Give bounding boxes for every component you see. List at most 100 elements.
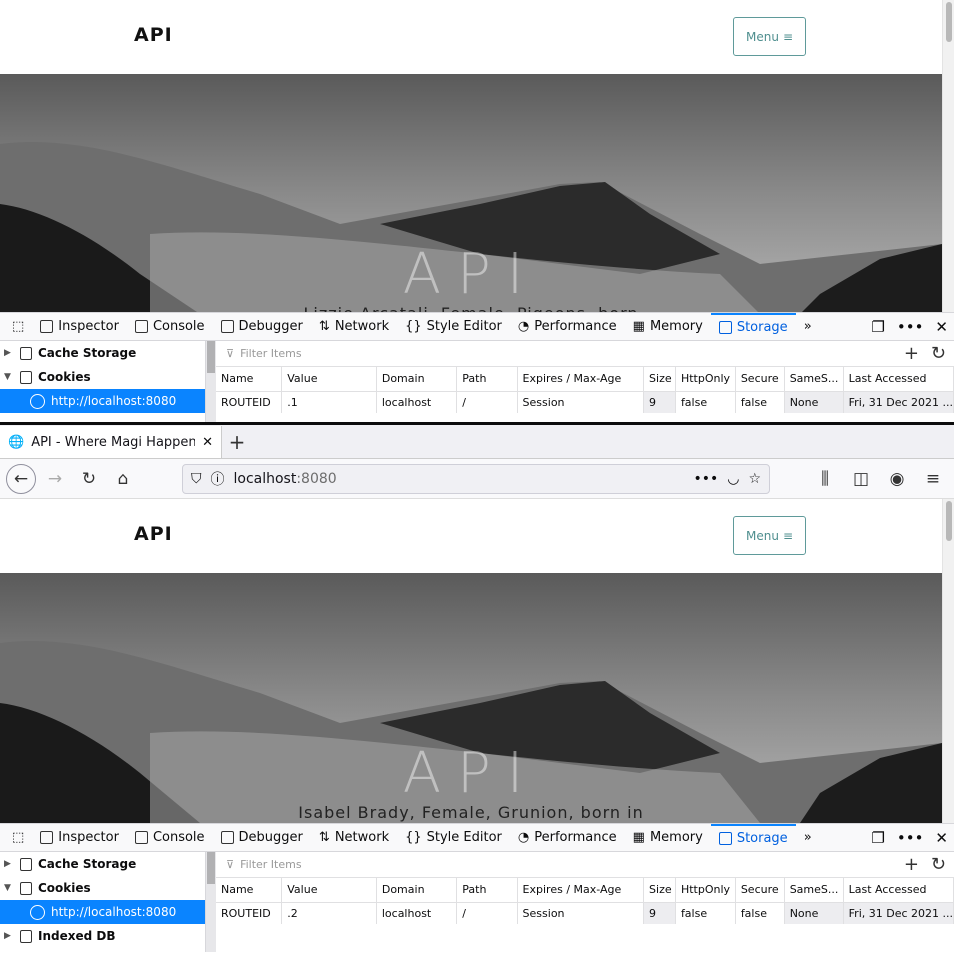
column-header[interactable]: Path <box>456 367 518 392</box>
library-button[interactable]: ⫼ <box>810 464 840 494</box>
cell-httponly[interactable]: false <box>675 391 736 413</box>
back-button[interactable]: ← <box>6 463 36 494</box>
column-header[interactable]: HttpOnly <box>675 367 736 392</box>
tab-storage[interactable]: Storage <box>710 312 796 341</box>
column-header[interactable]: Secure <box>735 878 785 903</box>
triangle-down-icon[interactable]: ▼ <box>4 883 14 893</box>
close-icon[interactable]: ✕ <box>935 829 948 847</box>
dock-icon[interactable]: ❐ <box>871 829 884 847</box>
filter-input[interactable]: Filter Items <box>240 858 302 871</box>
cell-size[interactable]: 9 <box>643 391 676 413</box>
tab-network[interactable]: ⇅ Network <box>311 824 397 852</box>
add-item-icon[interactable]: + <box>904 343 919 364</box>
refresh-icon[interactable]: ↻ <box>931 854 946 875</box>
sidebar-scrollbar[interactable] <box>206 341 216 422</box>
cell-expires[interactable]: Session <box>517 391 645 413</box>
column-header[interactable]: Domain <box>376 367 458 392</box>
column-header[interactable]: Size <box>643 367 676 392</box>
cell-secure[interactable]: false <box>735 391 785 413</box>
tab-performance[interactable]: ◔ Performance <box>510 313 625 341</box>
sidebar-scroll-thumb[interactable] <box>207 341 215 373</box>
tab-debugger[interactable]: Debugger <box>213 824 311 852</box>
column-header[interactable]: Expires / Max-Age <box>517 367 645 392</box>
page-scrollbar[interactable] <box>942 0 954 312</box>
more-options-icon[interactable]: ••• <box>897 318 924 336</box>
tab-inspector[interactable]: Inspector <box>32 824 127 852</box>
sidebar-item-cookies[interactable]: ▼ Cookies <box>0 365 205 389</box>
bookmark-star-icon[interactable]: ☆ <box>748 471 761 487</box>
sidebar-item-cookies[interactable]: ▼ Cookies <box>0 876 205 900</box>
column-header[interactable]: Value <box>281 367 377 392</box>
cell-samesite[interactable]: None <box>784 902 844 924</box>
more-tools-button[interactable]: » <box>796 313 820 341</box>
pocket-icon[interactable]: ◡ <box>727 471 739 487</box>
browser-tab[interactable]: 🌐 API - Where Magi Happen ✕ <box>0 426 222 458</box>
info-icon[interactable]: ⓘ <box>211 469 225 489</box>
scrollbar-thumb[interactable] <box>946 2 952 42</box>
add-item-icon[interactable]: + <box>904 854 919 875</box>
triangle-down-icon[interactable]: ▼ <box>4 372 14 382</box>
refresh-icon[interactable]: ↻ <box>931 343 946 364</box>
dock-icon[interactable]: ❐ <box>871 318 884 336</box>
sidebar-item-localhost[interactable]: http://localhost:8080 <box>0 900 205 924</box>
table-row[interactable]: ROUTEID .2 localhost / Session 9 false f… <box>216 902 954 924</box>
shield-icon[interactable]: ⛉ <box>191 471 202 487</box>
menu-button[interactable]: Menu ≡ <box>733 17 806 56</box>
address-bar[interactable]: ⛉ ⓘ localhost:8080 ••• ◡ ☆ <box>182 463 770 494</box>
cell-domain[interactable]: localhost <box>376 902 458 924</box>
cell-secure[interactable]: false <box>735 902 785 924</box>
page-scrollbar[interactable] <box>942 499 954 823</box>
sidebar-scroll-thumb[interactable] <box>207 852 215 884</box>
forward-button[interactable]: → <box>40 464 70 494</box>
triangle-right-icon[interactable]: ▶ <box>4 859 14 869</box>
column-header[interactable]: Path <box>456 878 518 903</box>
tab-inspector[interactable]: Inspector <box>32 313 127 341</box>
sidebar-item-cache-storage[interactable]: ▶ Cache Storage <box>0 852 205 876</box>
column-header[interactable]: SameS... <box>784 367 844 392</box>
element-picker-button[interactable]: ⬚ <box>4 313 32 341</box>
reload-button[interactable]: ↻ <box>74 464 104 494</box>
cell-samesite[interactable]: None <box>784 391 844 413</box>
column-header[interactable]: Name <box>216 367 283 392</box>
menu-button[interactable]: Menu ≡ <box>733 516 806 555</box>
sidebar-item-indexed-db[interactable]: ▶ Indexed DB <box>0 924 205 948</box>
account-button[interactable]: ◉ <box>882 464 912 494</box>
tab-debugger[interactable]: Debugger <box>213 313 311 341</box>
cell-last-accessed[interactable]: Fri, 31 Dec 2021 ... <box>843 902 954 924</box>
sidebar-button[interactable]: ◫ <box>846 464 876 494</box>
cell-expires[interactable]: Session <box>517 902 645 924</box>
tab-storage[interactable]: Storage <box>710 823 796 852</box>
triangle-right-icon[interactable]: ▶ <box>4 348 14 358</box>
new-tab-button[interactable]: + <box>222 426 252 458</box>
column-header[interactable]: Last Accessed <box>843 878 954 903</box>
site-logo[interactable]: API <box>134 24 173 46</box>
cell-domain[interactable]: localhost <box>376 391 458 413</box>
column-header[interactable]: Size <box>643 878 676 903</box>
column-header[interactable]: Name <box>216 878 283 903</box>
cell-httponly[interactable]: false <box>675 902 736 924</box>
cell-value[interactable]: .1 <box>281 391 377 413</box>
triangle-right-icon[interactable]: ▶ <box>4 931 14 941</box>
tab-style-editor[interactable]: {} Style Editor <box>397 313 510 341</box>
tab-performance[interactable]: ◔ Performance <box>510 824 625 852</box>
cell-name[interactable]: ROUTEID <box>216 391 283 413</box>
table-row[interactable]: ROUTEID .1 localhost / Session 9 false f… <box>216 391 954 413</box>
cell-value[interactable]: .2 <box>281 902 377 924</box>
scrollbar-thumb[interactable] <box>946 501 952 541</box>
url-text[interactable]: localhost:8080 <box>234 471 685 487</box>
cell-path[interactable]: / <box>456 391 518 413</box>
tab-memory[interactable]: ▦ Memory <box>625 313 711 341</box>
tab-console[interactable]: Console <box>127 824 213 852</box>
column-header[interactable]: Expires / Max-Age <box>517 878 645 903</box>
tab-style-editor[interactable]: {} Style Editor <box>397 824 510 852</box>
cell-size[interactable]: 9 <box>643 902 676 924</box>
close-tab-icon[interactable]: ✕ <box>202 435 213 450</box>
tab-memory[interactable]: ▦ Memory <box>625 824 711 852</box>
sidebar-item-localhost[interactable]: http://localhost:8080 <box>0 389 205 413</box>
column-header[interactable]: HttpOnly <box>675 878 736 903</box>
cell-path[interactable]: / <box>456 902 518 924</box>
more-options-icon[interactable]: ••• <box>897 829 924 847</box>
filter-input[interactable]: Filter Items <box>240 347 302 360</box>
element-picker-button[interactable]: ⬚ <box>4 824 32 852</box>
tab-console[interactable]: Console <box>127 313 213 341</box>
